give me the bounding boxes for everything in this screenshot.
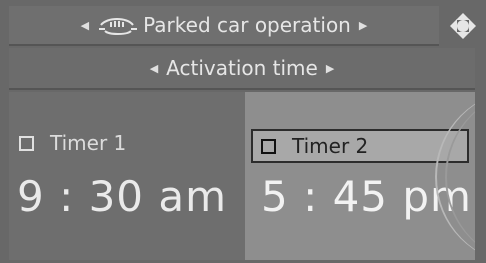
arrow-left-icon[interactable]: ◀ [150,62,158,75]
subheader-bar[interactable]: ◀ Activation time ▶ [9,48,475,90]
controller-icon[interactable] [446,9,480,43]
arrow-right-icon[interactable]: ▶ [326,62,334,75]
timer-1-row[interactable]: Timer 1 [19,126,126,160]
screen: ◀ Parked car operation ▶ ◀ Activation ti… [0,0,486,263]
car-icon [99,18,138,35]
arrow-right-icon[interactable]: ▶ [359,19,367,32]
subheader-title: Activation time [166,56,318,80]
checkbox[interactable] [261,138,276,154]
timer-1-time: 9 : 30 am [17,172,228,221]
timer-1-label: Timer 1 [50,131,127,155]
arrow-left-icon[interactable]: ◀ [81,19,89,32]
header-bar[interactable]: ◀ Parked car operation ▶ [9,6,439,46]
timer-2-label: Timer 2 [292,134,369,158]
page-title: Parked car operation [143,13,351,37]
timer-panel: Timer 1 9 : 30 am Timer 2 5 : 45 pm [9,92,475,260]
timer-2[interactable]: Timer 2 5 : 45 pm [245,92,475,260]
checkbox[interactable] [19,135,34,151]
timer-1[interactable]: Timer 1 9 : 30 am [9,92,245,260]
